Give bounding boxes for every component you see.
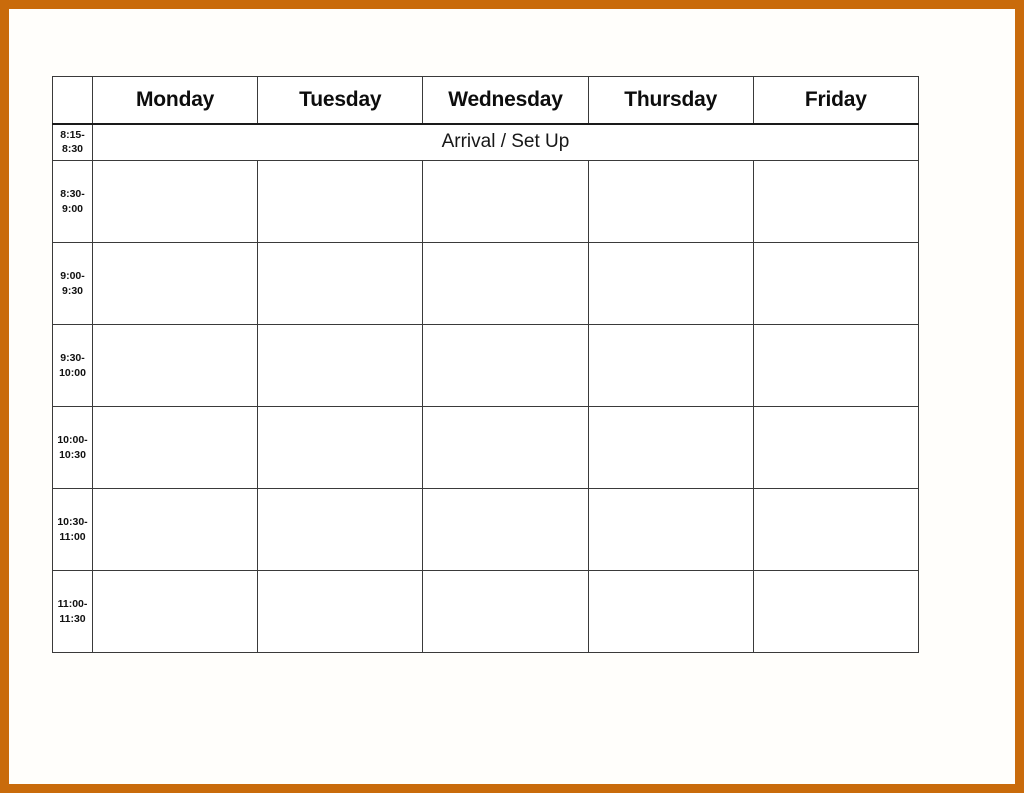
slot-cell-monday-4[interactable] — [91, 406, 259, 489]
slot-cell-tuesday-5[interactable] — [257, 488, 424, 571]
slot-cell-friday-4[interactable] — [752, 406, 919, 489]
slot-cell-thursday-2[interactable] — [587, 242, 754, 325]
time-label-text: 8:30- 9:00 — [60, 188, 85, 215]
slot-cell-thursday-3[interactable] — [587, 324, 754, 407]
slot-cell-friday-1[interactable] — [752, 160, 919, 243]
time-label-cell-5: 10:30- 11:00 — [52, 488, 93, 571]
header-corner-cell — [52, 76, 93, 125]
slot-cell-wednesday-3[interactable] — [422, 324, 589, 407]
schedule-header-row: Monday Tuesday Wednesday Thursday Friday — [52, 76, 919, 125]
weekly-schedule-container: Monday Tuesday Wednesday Thursday Friday… — [52, 76, 919, 653]
slot-cell-monday-5[interactable] — [91, 488, 259, 571]
time-label-cell-3: 9:30- 10:00 — [52, 324, 93, 407]
page-surface: Monday Tuesday Wednesday Thursday Friday… — [9, 9, 1015, 784]
slot-cell-friday-5[interactable] — [752, 488, 919, 571]
time-label-text: 11:00- 11:30 — [57, 598, 88, 625]
time-label-cell-2: 9:00- 9:30 — [52, 242, 93, 325]
arrival-setup-row: 8:15- 8:30 Arrival / Set Up — [52, 123, 919, 161]
time-label-text: 9:30- 10:00 — [59, 352, 86, 379]
weekly-schedule-table: Monday Tuesday Wednesday Thursday Friday… — [52, 76, 919, 653]
time-label-cell-4: 10:00- 10:30 — [52, 406, 93, 489]
slot-cell-friday-6[interactable] — [752, 570, 919, 653]
slot-cell-tuesday-4[interactable] — [257, 406, 424, 489]
slot-cell-tuesday-1[interactable] — [257, 160, 424, 243]
time-label-text: 8:15- 8:30 — [60, 129, 85, 156]
time-label-cell-0: 8:15- 8:30 — [52, 123, 93, 161]
slot-cell-thursday-4[interactable] — [587, 406, 754, 489]
schedule-row-1: 8:30- 9:00 — [52, 160, 919, 243]
slot-cell-wednesday-5[interactable] — [422, 488, 589, 571]
slot-cell-wednesday-2[interactable] — [422, 242, 589, 325]
arrival-setup-banner-cell[interactable]: Arrival / Set Up — [92, 123, 919, 161]
slot-cell-friday-2[interactable] — [752, 242, 919, 325]
slot-cell-monday-2[interactable] — [91, 242, 259, 325]
schedule-row-5: 10:30- 11:00 — [52, 488, 919, 571]
time-label-cell-6: 11:00- 11:30 — [52, 570, 93, 653]
slot-cell-thursday-6[interactable] — [587, 570, 754, 653]
time-label-cell-1: 8:30- 9:00 — [52, 160, 93, 243]
slot-cell-monday-3[interactable] — [91, 324, 259, 407]
slot-cell-wednesday-6[interactable] — [422, 570, 589, 653]
slot-cell-tuesday-2[interactable] — [257, 242, 424, 325]
day-header-thursday: Thursday — [587, 76, 754, 125]
slot-cell-thursday-1[interactable] — [587, 160, 754, 243]
slot-cell-monday-1[interactable] — [91, 160, 259, 243]
slot-cell-friday-3[interactable] — [752, 324, 919, 407]
time-label-text: 10:30- 11:00 — [57, 516, 88, 543]
day-header-tuesday: Tuesday — [257, 76, 424, 125]
schedule-row-6: 11:00- 11:30 — [52, 570, 919, 653]
slot-cell-monday-6[interactable] — [91, 570, 259, 653]
time-label-text: 9:00- 9:30 — [60, 270, 85, 297]
day-header-friday: Friday — [752, 76, 919, 125]
slot-cell-thursday-5[interactable] — [587, 488, 754, 571]
schedule-row-2: 9:00- 9:30 — [52, 242, 919, 325]
slot-cell-tuesday-3[interactable] — [257, 324, 424, 407]
schedule-row-4: 10:00- 10:30 — [52, 406, 919, 489]
slot-cell-wednesday-1[interactable] — [422, 160, 589, 243]
day-header-wednesday: Wednesday — [422, 76, 589, 125]
schedule-row-3: 9:30- 10:00 — [52, 324, 919, 407]
time-label-text: 10:00- 10:30 — [57, 434, 88, 461]
slot-cell-wednesday-4[interactable] — [422, 406, 589, 489]
orange-page-frame: Monday Tuesday Wednesday Thursday Friday… — [0, 0, 1024, 793]
slot-cell-tuesday-6[interactable] — [257, 570, 424, 653]
day-header-monday: Monday — [91, 76, 259, 125]
